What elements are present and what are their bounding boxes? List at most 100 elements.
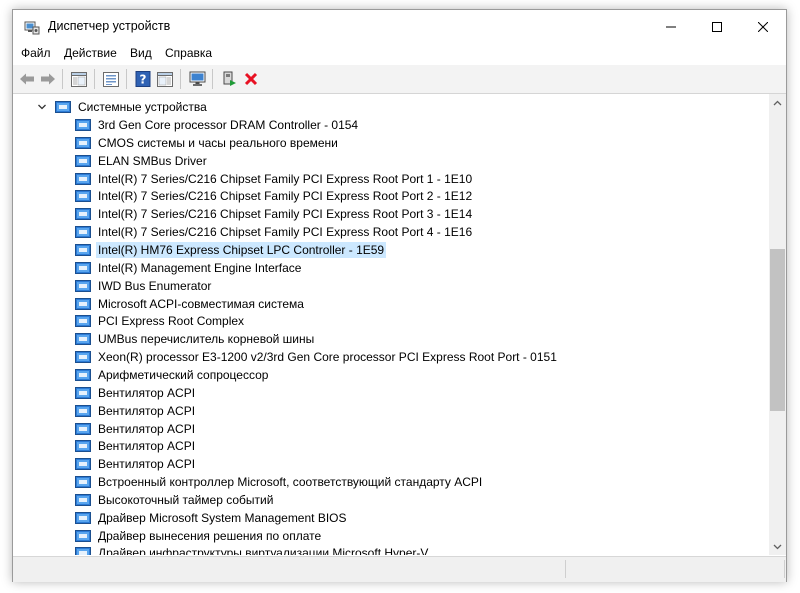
tree-item-label: Microsoft ACPI-совместимая система	[98, 296, 304, 311]
tree-item-device[interactable]: Intel(R) 7 Series/C216 Chipset Family PC…	[75, 223, 474, 241]
system-device-icon	[75, 119, 91, 131]
system-device-icon	[75, 529, 91, 542]
forward-button[interactable]	[37, 68, 59, 90]
tree-item-label: Вентилятор ACPI	[98, 403, 196, 418]
tree-item-label: Арифметический сопроцессор	[98, 367, 269, 382]
system-device-icon	[75, 422, 91, 435]
tree-item-device[interactable]: Арифметический сопроцессор	[75, 366, 270, 384]
device-tree[interactable]: Системные устройства 3rd Gen Core proces…	[13, 94, 786, 555]
toolbar-separator	[180, 69, 181, 89]
tree-item-label: PCI Express Root Complex	[98, 314, 245, 329]
tree-item-label: Драйвер вынесения решения по оплате	[98, 528, 322, 543]
minimize-icon	[666, 26, 676, 27]
tree-item-device[interactable]: Вентилятор ACPI	[75, 384, 197, 402]
system-device-icon	[75, 172, 91, 185]
tree-item-device[interactable]: ELAN SMBus Driver	[75, 152, 209, 170]
tree-item-device[interactable]: CMOS системы и часы реального времени	[75, 134, 340, 152]
system-device-icon	[75, 404, 91, 417]
scan-hardware-button[interactable]	[186, 68, 208, 90]
tree-item-label: Вентилятор ACPI	[98, 457, 196, 472]
tree-item-device[interactable]: Intel(R) 7 Series/C216 Chipset Family PC…	[75, 187, 474, 205]
tree-item-device[interactable]: PCI Express Root Complex	[75, 312, 246, 330]
chevron-up-icon	[773, 100, 782, 105]
tree-item-label: Встроенный контроллер Microsoft, соответ…	[98, 475, 483, 489]
tree-item-device[interactable]: UMBus перечислитель корневой шины	[75, 330, 316, 348]
vertical-scrollbar[interactable]	[769, 94, 786, 555]
uninstall-button[interactable]	[240, 68, 262, 90]
tree-item-device[interactable]: Intel(R) HM76 Express Chipset LPC Contro…	[75, 241, 387, 259]
system-device-icon	[75, 440, 91, 453]
tree-item-device[interactable]: Intel(R) 7 Series/C216 Chipset Family PC…	[75, 205, 474, 223]
menu-view[interactable]: Вид	[129, 46, 153, 60]
toolbar-separator	[62, 69, 63, 89]
tree-item-label: Вентилятор ACPI	[98, 421, 196, 436]
status-bar	[13, 556, 786, 582]
toolbar-separator	[212, 69, 213, 89]
properties-icon	[103, 71, 119, 87]
system-device-icon	[75, 261, 91, 274]
tree-item-label: Вентилятор ACPI	[98, 385, 196, 400]
help-icon: ?	[135, 71, 151, 87]
system-device-icon	[75, 226, 91, 239]
system-device-icon	[75, 244, 91, 256]
toolbar: ?	[13, 65, 786, 94]
tree-item-device[interactable]: Встроенный контроллер Microsoft, соответ…	[75, 473, 484, 491]
action-pane-button[interactable]	[154, 68, 176, 90]
properties-button[interactable]	[100, 68, 122, 90]
minimize-button[interactable]	[648, 10, 694, 43]
tree-item-device[interactable]: Microsoft ACPI-совместимая система	[75, 295, 306, 313]
tree-item-device[interactable]: Intel(R) 7 Series/C216 Chipset Family PC…	[75, 170, 474, 188]
scroll-down-button[interactable]	[769, 538, 786, 555]
system-device-icon	[75, 511, 91, 524]
tree-item-label: Xeon(R) processor E3-1200 v2/3rd Gen Cor…	[98, 350, 557, 365]
status-cell	[566, 560, 785, 578]
tree-item-device[interactable]: Вентилятор ACPI	[75, 420, 197, 438]
tree-item-device[interactable]: Xeon(R) processor E3-1200 v2/3rd Gen Cor…	[75, 348, 559, 366]
action-pane-icon	[157, 71, 173, 87]
tree-item-label: Intel(R) 7 Series/C216 Chipset Family PC…	[98, 207, 473, 222]
console-tree-button[interactable]	[68, 68, 90, 90]
maximize-button[interactable]	[694, 10, 740, 43]
scroll-up-button[interactable]	[769, 94, 786, 111]
system-device-icon	[75, 476, 91, 488]
tree-item-label: Intel(R) 7 Series/C216 Chipset Family PC…	[98, 189, 473, 204]
tree-item-device[interactable]: Intel(R) Management Engine Interface	[75, 259, 303, 277]
tree-item-label: Высокоточный таймер событий	[98, 492, 274, 507]
window-title: Диспетчер устройств	[48, 19, 171, 33]
tree-item-label: IWD Bus Enumerator	[98, 278, 212, 293]
tree-item-device[interactable]: Драйвер вынесения решения по оплате	[75, 527, 323, 545]
tree-item-device[interactable]: Вентилятор ACPI	[75, 455, 197, 473]
tree-item-device[interactable]: Вентилятор ACPI	[75, 402, 197, 420]
system-device-icon	[75, 368, 91, 381]
tree-item-device[interactable]: Драйвер Microsoft System Management BIOS	[75, 509, 349, 527]
device-manager-window: Диспетчер устройств Файл Действие Вид Сп…	[12, 9, 787, 582]
system-device-icon	[75, 208, 91, 221]
tree-item-label: 3rd Gen Core processor DRAM Controller -…	[98, 118, 359, 132]
help-button[interactable]: ?	[132, 68, 154, 90]
tree-category-label: Системные устройства	[78, 100, 207, 114]
system-device-icon	[75, 458, 91, 471]
tree-item-device[interactable]: Высокоточный таймер событий	[75, 491, 275, 509]
scrollbar-thumb[interactable]	[770, 249, 785, 411]
tree-item-label: Intel(R) 7 Series/C216 Chipset Family PC…	[98, 171, 473, 186]
tree-item-device[interactable]: IWD Bus Enumerator	[75, 277, 213, 295]
toolbar-separator	[94, 69, 95, 89]
uninstall-icon	[244, 72, 258, 86]
back-button[interactable]	[16, 68, 38, 90]
menu-action[interactable]: Действие	[63, 46, 118, 60]
toolbar-separator	[126, 69, 127, 89]
enable-device-button[interactable]	[218, 68, 240, 90]
menu-file[interactable]: Файл	[20, 46, 52, 60]
tree-item-device[interactable]: Драйвер инфраструктуры виртуализации Mic…	[75, 544, 430, 555]
close-button[interactable]	[740, 10, 786, 43]
title-bar[interactable]: Диспетчер устройств	[13, 10, 786, 43]
tree-item-device[interactable]: 3rd Gen Core processor DRAM Controller -…	[75, 116, 360, 134]
tree-item-label: Intel(R) 7 Series/C216 Chipset Family PC…	[98, 225, 473, 240]
enable-device-icon	[223, 71, 236, 86]
tree-item-device[interactable]: Вентилятор ACPI	[75, 437, 197, 455]
tree-category-system-devices[interactable]: Системные устройства	[37, 98, 209, 116]
tree-item-label: Вентилятор ACPI	[98, 439, 196, 454]
system-device-icon	[75, 136, 91, 149]
system-device-icon	[75, 154, 91, 167]
menu-help[interactable]: Справка	[164, 46, 213, 60]
